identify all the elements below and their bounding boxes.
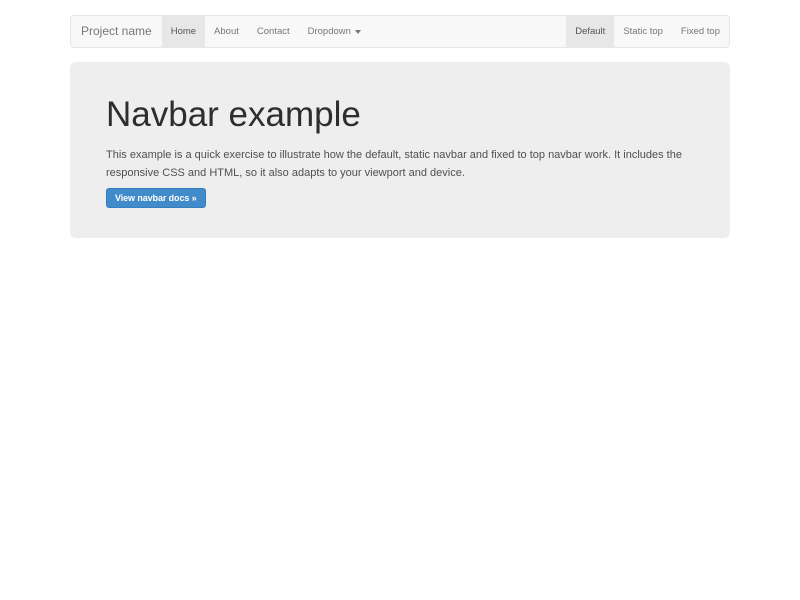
caret-down-icon xyxy=(355,30,361,34)
page-container: Project name Home About Contact Dropdown… xyxy=(70,0,730,238)
nav-item-about[interactable]: About xyxy=(205,16,248,47)
nav-item-default[interactable]: Default xyxy=(566,16,614,47)
nav-item-default-label: Default xyxy=(575,26,605,37)
nav-item-home-label: Home xyxy=(171,26,196,37)
nav-item-home[interactable]: Home xyxy=(162,16,205,47)
jumbotron: Navbar example This example is a quick e… xyxy=(70,62,730,238)
nav-item-static-top[interactable]: Static top xyxy=(614,16,672,47)
nav-item-dropdown[interactable]: Dropdown xyxy=(299,16,370,47)
nav-item-contact-label: Contact xyxy=(257,26,290,37)
nav-item-about-label: About xyxy=(214,26,239,37)
nav-item-static-top-label: Static top xyxy=(623,26,663,37)
nav-item-contact[interactable]: Contact xyxy=(248,16,299,47)
nav-item-fixed-top-label: Fixed top xyxy=(681,26,720,37)
page-title: Navbar example xyxy=(106,96,694,135)
navbar-brand[interactable]: Project name xyxy=(71,16,162,47)
navbar-left-nav: Home About Contact Dropdown xyxy=(162,16,370,47)
view-navbar-docs-button[interactable]: View navbar docs » xyxy=(106,188,206,208)
nav-item-dropdown-label: Dropdown xyxy=(308,26,351,37)
navbar-right-nav: Default Static top Fixed top xyxy=(566,16,729,47)
navbar: Project name Home About Contact Dropdown… xyxy=(70,15,730,48)
nav-item-fixed-top[interactable]: Fixed top xyxy=(672,16,729,47)
page-description: This example is a quick exercise to illu… xyxy=(106,146,694,182)
